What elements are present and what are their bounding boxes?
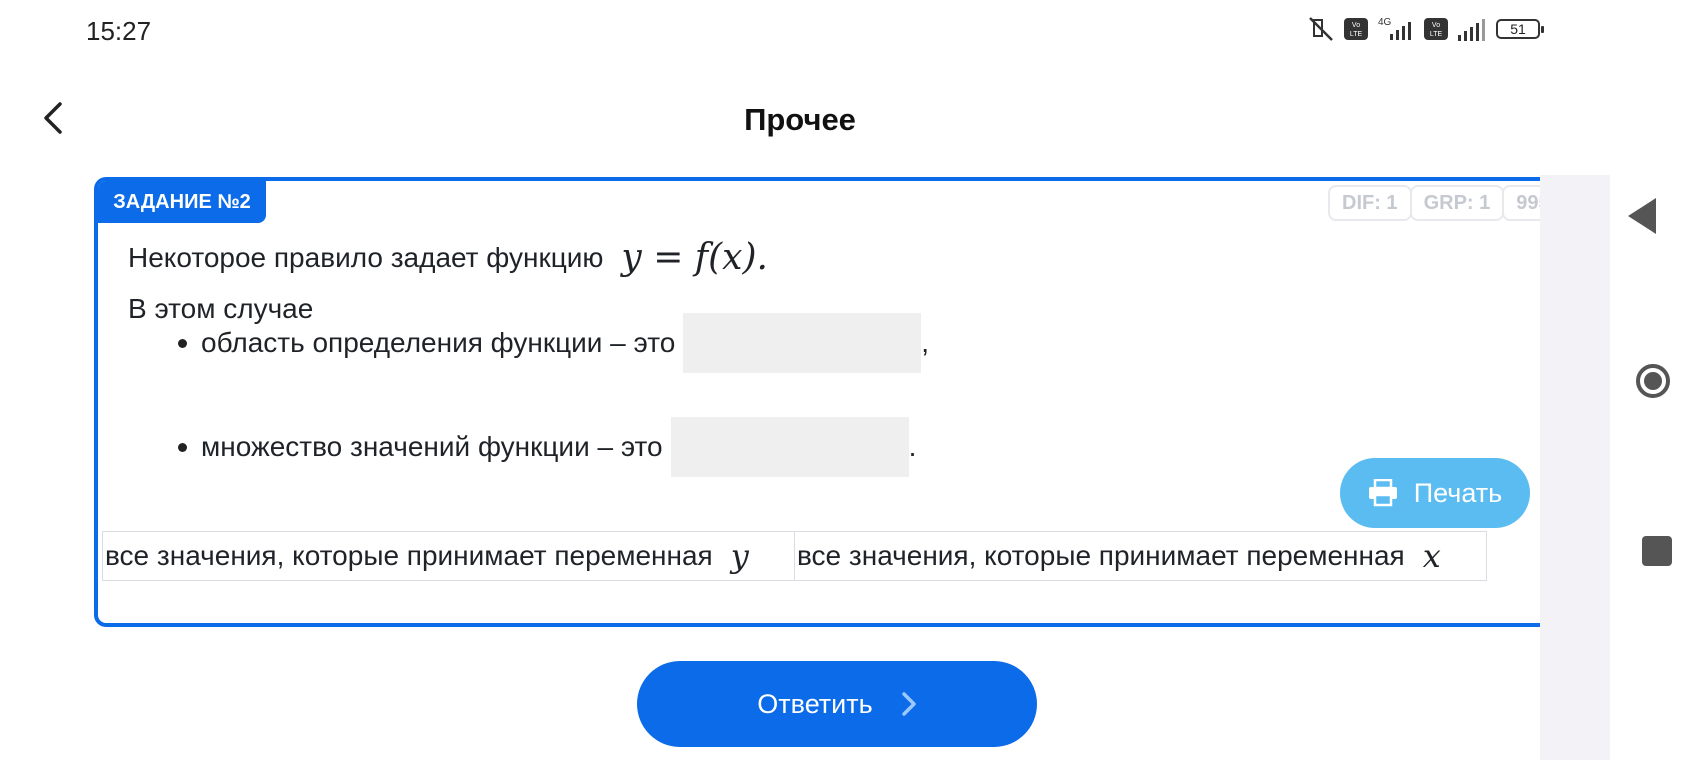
task-meta: DIF: 1 GRP: 1 995	[1328, 185, 1564, 221]
option-variable: y	[730, 537, 749, 575]
bullet-range-text: множество значений функции – это	[201, 431, 663, 462]
bullet-dot	[178, 442, 187, 452]
back-button[interactable]	[36, 96, 72, 140]
task-card: ЗАДАНИЕ №2 DIF: 1 GRP: 1 995 Некоторое п…	[94, 177, 1564, 627]
task-statement: Некоторое правило задает функцию y = f(x…	[128, 237, 768, 278]
page-title: Прочее	[744, 102, 856, 137]
chevron-left-icon	[44, 102, 62, 134]
side-panel	[1540, 175, 1610, 760]
answer-options: все значения, которые принимает переменн…	[102, 531, 1487, 581]
signal-icon	[1458, 19, 1485, 41]
function-formula: y = f(x).	[621, 237, 768, 278]
battery-icon: 51	[1496, 19, 1544, 39]
printer-icon	[1368, 479, 1397, 507]
option-values-of-y[interactable]: все значения, которые принимает переменн…	[102, 531, 795, 581]
svg-text:Vo: Vo	[1352, 22, 1360, 29]
domain-drop-zone[interactable]	[683, 313, 922, 373]
volte-icon: Vo LTE	[1344, 18, 1368, 40]
volte-icon: Vo LTE	[1424, 18, 1448, 40]
answer-button[interactable]: Ответить	[637, 661, 1037, 747]
status-time: 15:27	[86, 16, 152, 46]
bullet-dot	[178, 338, 187, 348]
group-tag: GRP: 1	[1409, 185, 1505, 221]
range-drop-zone[interactable]	[670, 417, 909, 477]
bullet-domain: область определения функции – это ,	[178, 313, 929, 373]
option-variable: x	[1422, 537, 1441, 575]
app-header: Прочее	[0, 80, 1600, 160]
task-badge: ЗАДАНИЕ №2	[98, 181, 266, 223]
4g-signal-icon: 4G	[1378, 17, 1411, 40]
status-bar: 15:27 Vo LTE 4G Vo LTE 51	[0, 0, 1695, 70]
nav-home-icon[interactable]	[1636, 364, 1670, 398]
option-text: все значения, которые принимает переменн…	[105, 540, 713, 571]
svg-text:LTE: LTE	[1350, 31, 1363, 38]
nav-recent-apps-icon[interactable]	[1642, 536, 1672, 566]
difficulty-tag: DIF: 1	[1328, 185, 1412, 221]
nav-home-dot	[1644, 372, 1662, 390]
chevron-right-icon	[901, 692, 916, 716]
svg-text:LTE: LTE	[1430, 31, 1443, 38]
bullet-range-suffix: .	[908, 431, 917, 462]
answer-button-label: Ответить	[757, 688, 873, 719]
svg-text:4G: 4G	[1378, 17, 1392, 28]
nav-back-icon[interactable]	[1628, 198, 1656, 234]
option-values-of-x[interactable]: все значения, которые принимает переменн…	[794, 531, 1487, 581]
bullet-range: множество значений функции – это .	[178, 417, 916, 477]
option-text: все значения, которые принимает переменн…	[797, 540, 1405, 571]
print-button-label: Печать	[1413, 477, 1503, 508]
task-statement-text: Некоторое правило задает функцию	[128, 241, 604, 273]
svg-text:Vo: Vo	[1432, 22, 1440, 29]
status-icons: Vo LTE 4G Vo LTE 51	[1306, 16, 1544, 42]
print-button[interactable]: Печать	[1340, 458, 1530, 528]
bullet-domain-suffix: ,	[921, 327, 930, 358]
bullet-domain-text: область определения функции – это	[201, 327, 676, 358]
mute-icon	[1309, 17, 1333, 41]
